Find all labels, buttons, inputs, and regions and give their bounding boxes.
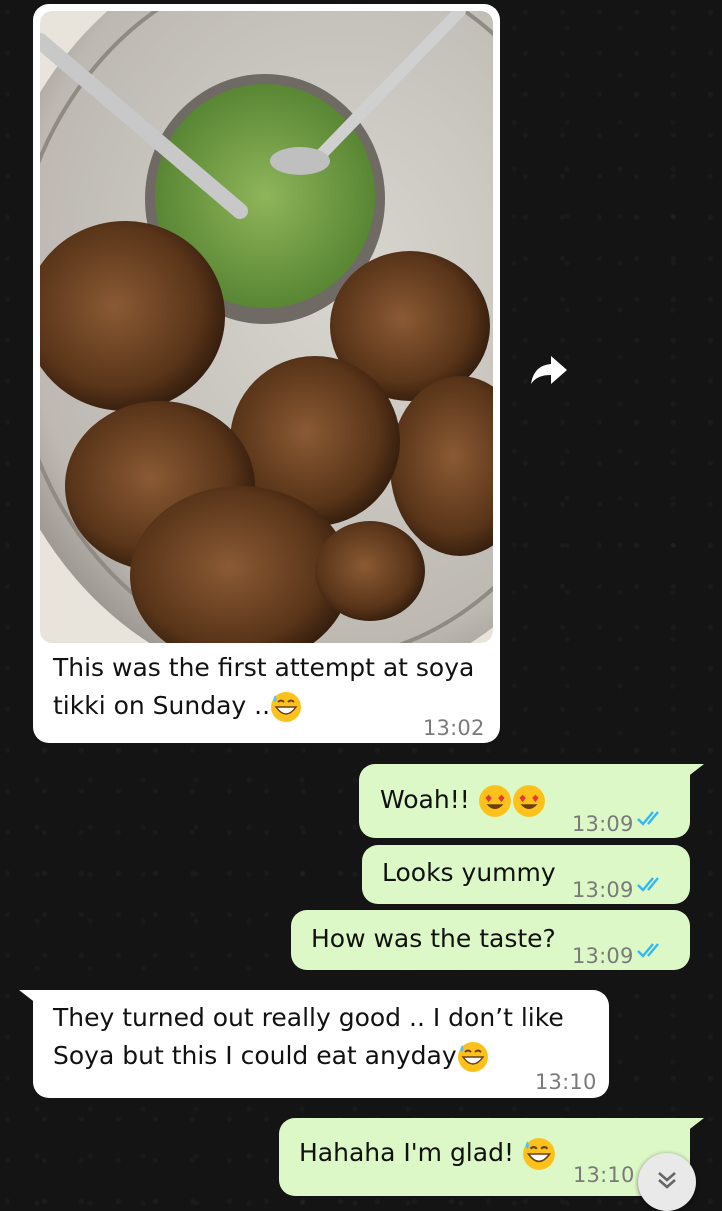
double-check-icon bbox=[637, 877, 659, 892]
message-text: Hahaha I'm glad! bbox=[299, 1134, 556, 1172]
message-bubble-looks-yummy[interactable]: Looks yummy 13:09 bbox=[362, 845, 690, 904]
grinning-sweat-emoji bbox=[271, 692, 302, 722]
message-bubble-photo[interactable]: This was the first attempt at soya tikki… bbox=[33, 4, 500, 743]
message-time: 13:10 bbox=[535, 1070, 597, 1094]
message-text: Woah!! bbox=[380, 781, 546, 819]
message-text: This was the first attempt at soya tikki… bbox=[53, 649, 483, 725]
bubble-tail bbox=[686, 1118, 704, 1132]
message-time: 13:09 bbox=[572, 878, 634, 902]
bubble-tail bbox=[19, 990, 37, 1004]
scroll-down-button[interactable] bbox=[638, 1153, 696, 1211]
message-time: 13:02 bbox=[423, 716, 485, 740]
message-text: They turned out really good .. I don’t l… bbox=[53, 999, 593, 1075]
forward-icon[interactable] bbox=[527, 348, 571, 392]
message-bubble-how-was-taste[interactable]: How was the taste? 13:09 bbox=[291, 910, 690, 970]
message-bubble-glad[interactable]: Hahaha I'm glad! 13:10 bbox=[279, 1118, 704, 1196]
heart-eyes-emoji bbox=[512, 785, 545, 817]
message-time: 13:09 bbox=[572, 944, 634, 968]
double-check-icon bbox=[637, 811, 659, 826]
food-photo[interactable] bbox=[40, 11, 493, 643]
scroll-down-icon bbox=[658, 1172, 676, 1189]
message-text: How was the taste? bbox=[311, 924, 556, 953]
heart-eyes-emoji bbox=[478, 785, 511, 817]
message-time: 13:09 bbox=[572, 812, 634, 836]
message-bubble-woah[interactable]: Woah!! 13:09 bbox=[359, 764, 704, 838]
message-time: 13:10 bbox=[573, 1163, 635, 1187]
grinning-sweat-emoji bbox=[457, 1042, 488, 1072]
message-text: Looks yummy bbox=[382, 858, 556, 887]
double-check-icon bbox=[637, 943, 659, 958]
message-bubble-reply[interactable]: They turned out really good .. I don’t l… bbox=[19, 990, 609, 1098]
grinning-sweat-emoji bbox=[522, 1138, 555, 1170]
bubble-tail bbox=[686, 764, 704, 778]
